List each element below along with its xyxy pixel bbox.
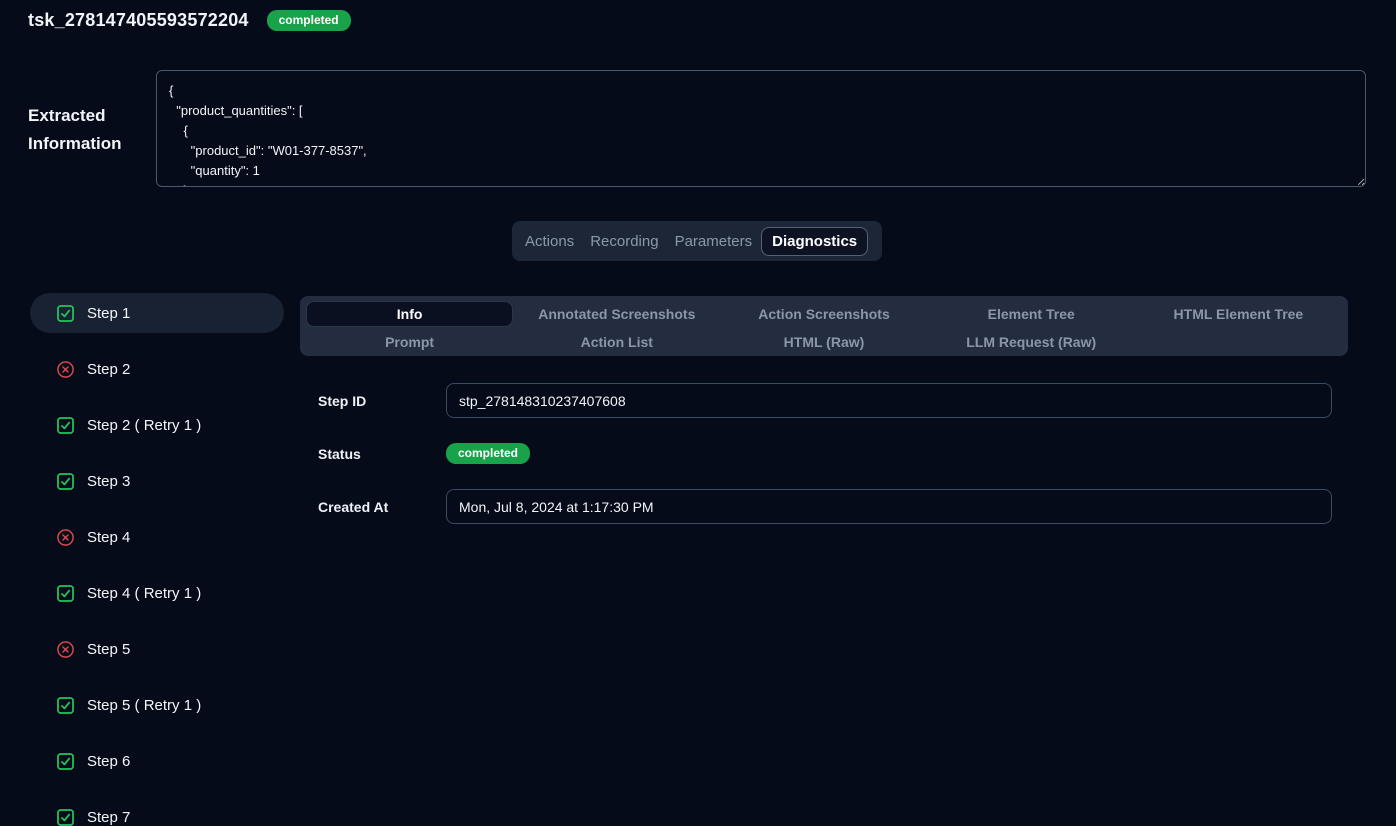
created-at-row: Created At [318, 489, 1332, 524]
x-circle-icon [56, 528, 75, 547]
check-square-icon [56, 304, 75, 323]
tab-recording[interactable]: Recording [583, 228, 665, 255]
created-at-label: Created At [318, 499, 446, 515]
step-item-2-retry-1[interactable]: Step 2 ( Retry 1 ) [30, 405, 284, 445]
subtab-html-raw[interactable]: HTML (Raw) [720, 329, 927, 355]
step-label: Step 5 [87, 641, 130, 658]
step-id-input[interactable] [446, 383, 1332, 418]
tab-actions[interactable]: Actions [518, 228, 581, 255]
status-label: Status [318, 446, 446, 462]
task-id-title: tsk_278147405593572204 [28, 10, 249, 31]
step-item-5[interactable]: Step 5 [30, 629, 284, 669]
check-square-icon [56, 416, 75, 435]
status-row: Status completed [318, 443, 530, 464]
step-label: Step 4 ( Retry 1 ) [87, 585, 201, 602]
check-square-icon [56, 808, 75, 826]
subtab-annotated-screenshots[interactable]: Annotated Screenshots [513, 301, 720, 327]
step-label: Step 2 ( Retry 1 ) [87, 417, 201, 434]
step-label: Step 1 [87, 305, 130, 322]
diagnostics-tab-bar: Info Annotated Screenshots Action Screen… [300, 296, 1348, 356]
extracted-information-label: Extracted Information [28, 102, 148, 158]
check-square-icon [56, 696, 75, 715]
created-at-input[interactable] [446, 489, 1332, 524]
extracted-information-textarea[interactable]: { "product_quantities": [ { "product_id"… [156, 70, 1366, 187]
subtab-action-list[interactable]: Action List [513, 329, 720, 355]
step-label: Step 4 [87, 529, 130, 546]
step-label: Step 2 [87, 361, 130, 378]
subtab-llm-request-raw[interactable]: LLM Request (Raw) [928, 329, 1135, 355]
step-item-7[interactable]: Step 7 [30, 797, 284, 826]
step-item-4[interactable]: Step 4 [30, 517, 284, 557]
header: tsk_278147405593572204 completed [28, 10, 351, 31]
step-item-3[interactable]: Step 3 [30, 461, 284, 501]
steps-sidebar: Step 1 Step 2 Step 2 ( Retry 1 ) Step 3 … [30, 293, 284, 826]
step-item-4-retry-1[interactable]: Step 4 ( Retry 1 ) [30, 573, 284, 613]
step-label: Step 5 ( Retry 1 ) [87, 697, 201, 714]
step-item-2[interactable]: Step 2 [30, 349, 284, 389]
step-item-6[interactable]: Step 6 [30, 741, 284, 781]
subtab-html-element-tree[interactable]: HTML Element Tree [1135, 301, 1342, 327]
main-tab-bar: Actions Recording Parameters Diagnostics [512, 221, 882, 261]
step-label: Step 7 [87, 809, 130, 826]
step-id-row: Step ID [318, 383, 1332, 418]
subtab-info[interactable]: Info [306, 301, 513, 327]
subtab-element-tree[interactable]: Element Tree [928, 301, 1135, 327]
task-status-badge: completed [267, 10, 351, 31]
x-circle-icon [56, 360, 75, 379]
check-square-icon [56, 584, 75, 603]
tab-parameters[interactable]: Parameters [668, 228, 760, 255]
tab-diagnostics[interactable]: Diagnostics [761, 227, 868, 256]
task-diagnostics-page: tsk_278147405593572204 completed Extract… [0, 0, 1396, 826]
step-label: Step 3 [87, 473, 130, 490]
step-label: Step 6 [87, 753, 130, 770]
check-square-icon [56, 752, 75, 771]
step-item-5-retry-1[interactable]: Step 5 ( Retry 1 ) [30, 685, 284, 725]
check-square-icon [56, 472, 75, 491]
step-id-label: Step ID [318, 393, 446, 409]
subtab-prompt[interactable]: Prompt [306, 329, 513, 355]
step-item-1[interactable]: Step 1 [30, 293, 284, 333]
subtab-action-screenshots[interactable]: Action Screenshots [720, 301, 927, 327]
x-circle-icon [56, 640, 75, 659]
step-status-badge: completed [446, 443, 530, 464]
